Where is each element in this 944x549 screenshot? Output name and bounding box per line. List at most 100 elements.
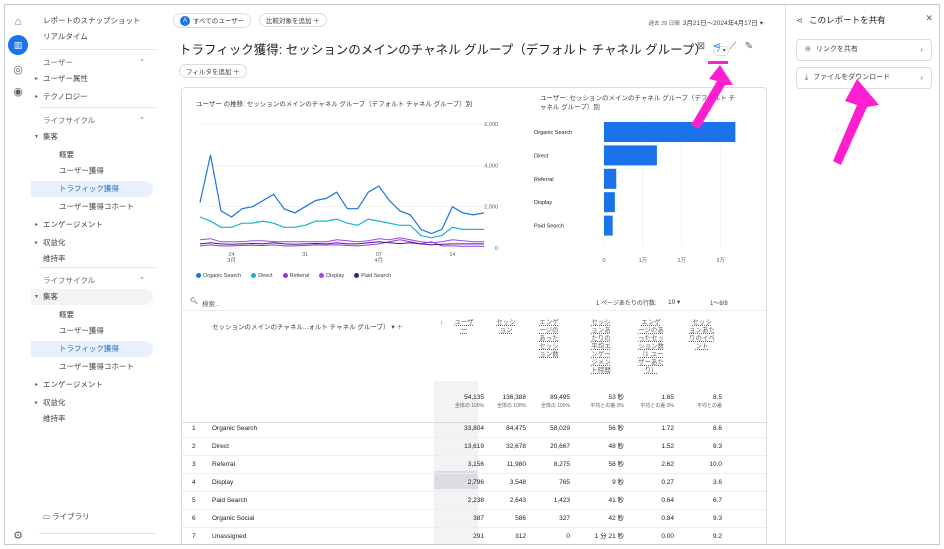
legend-item[interactable]: Paid Search: [354, 273, 396, 279]
column-header[interactable]: セッシ ョン: [486, 319, 526, 335]
reports-icon[interactable]: ▥: [8, 35, 28, 55]
annotation-arrow-share: [691, 65, 733, 129]
column-header[interactable]: エンゲ ージの あった セッシ ョン数: [528, 319, 570, 359]
nav-item[interactable]: 概要: [31, 307, 153, 323]
collapse-icon[interactable]: ⌃: [139, 55, 145, 71]
row-number: 1: [192, 425, 196, 432]
caret-right-icon: ▸: [35, 94, 39, 100]
table-row[interactable]: 2 Direct 13,619 32,678 20,667 48 秒 1.52 8.3: [182, 438, 766, 456]
caret-right-icon: ▸: [35, 222, 39, 228]
table-row[interactable]: 3 Referral 3,156 11,980 8,275 58 秒 2.62 10.0: [182, 456, 766, 474]
nav-item-label: 維持率: [43, 414, 66, 423]
rows-per-page-select[interactable]: 10 ▾: [668, 298, 680, 306]
admin-gear-icon[interactable]: ⚙: [11, 529, 25, 543]
nav-item[interactable]: ライフサイクル ⌃: [31, 273, 153, 289]
nav-item[interactable]: ユーザー獲得コホート: [31, 359, 153, 375]
nav-item[interactable]: ▸ エンゲージメント: [31, 377, 153, 393]
all-users-chip[interactable]: A すべてのユーザー: [173, 13, 252, 29]
total-value: 136,388: [502, 394, 527, 401]
column-total: 89,495 全体の 100%: [528, 393, 570, 411]
report-navigation: レポートのスナップショット リアルタイム ユーザー ⌃ ▸ ユーザー属性 ▸ テクノロジー ライ…: [31, 5, 159, 544]
legend-item[interactable]: Referral: [282, 273, 315, 279]
edit-pencil-icon[interactable]: ✎: [741, 41, 757, 52]
nav-item[interactable]: ▸ テクノロジー: [31, 89, 153, 105]
nav-item[interactable]: 概要: [31, 147, 153, 163]
column-total: 54,135 全体の 100%: [444, 393, 484, 411]
caret-right-icon: ▸: [35, 76, 39, 82]
nav-item[interactable]: ユーザー獲得コホート: [31, 199, 153, 215]
y-tick-label: 6,000: [484, 122, 498, 128]
table-row[interactable]: 5 Paid Search 2,238 2,643 1,423 41 秒 0.64 6.7: [182, 492, 766, 510]
table-cell: 3,156: [467, 461, 484, 468]
add-dimension-button[interactable]: ＋: [396, 324, 403, 331]
bar[interactable]: [604, 168, 617, 189]
line-chart-title: ユーザー の推移: セッションのメインのチャネル グループ（デフォルト チャネル…: [196, 101, 473, 108]
add-filter-button[interactable]: フィルタを追加 ＋: [179, 64, 247, 78]
nav-item[interactable]: ライフサイクル ⌃: [31, 113, 153, 129]
column-header-line: ンゲー: [591, 351, 611, 358]
library-item[interactable]: ▭ ライブラリ: [31, 509, 153, 525]
nav-item[interactable]: トラフィック獲得: [31, 181, 153, 197]
nav-item[interactable]: ユーザー獲得: [31, 163, 153, 179]
nav-item[interactable]: ▸ ユーザー属性: [31, 71, 153, 87]
nav-item[interactable]: リアルタイム: [31, 29, 153, 45]
date-range-picker[interactable]: 過去 28 日間 3月21日～2024年4月17日 ▾: [649, 17, 763, 27]
column-header-line: セッシ: [692, 319, 712, 326]
table-row[interactable]: 6 Organic Social 387 586 327 42 秒 0.84 9.3: [182, 510, 766, 528]
sort-desc-icon[interactable]: ↓: [440, 319, 443, 326]
legend-item[interactable]: Direct: [251, 273, 277, 279]
column-header-line: （1 ユー: [638, 351, 664, 358]
nav-item[interactable]: レポートのスナップショット: [31, 13, 153, 29]
explore-icon[interactable]: ◎: [11, 63, 25, 77]
legend-item[interactable]: Display: [319, 273, 349, 279]
column-header-line: あった: [539, 335, 559, 342]
nav-item[interactable]: ユーザー獲得: [31, 323, 153, 339]
table-row[interactable]: 1 Organic Search 33,804 84,475 58,029 56 秒 1.7…: [182, 420, 766, 438]
nav-divider: [39, 267, 155, 268]
share-icon[interactable]: ⋖: [709, 41, 725, 52]
add-comparison-button[interactable]: 比較対象を追加 ＋: [258, 13, 327, 27]
nav-item[interactable]: ▸ エンゲージメント: [31, 217, 153, 233]
nav-item[interactable]: ▾ 集客: [31, 289, 153, 305]
nav-item-label: 概要: [59, 150, 74, 159]
collapse-icon[interactable]: ⌃: [139, 113, 145, 129]
category-label: Display: [534, 200, 552, 206]
table-row[interactable]: 4 Display 2,796 3,548 765 9 秒 0.27 3.6: [182, 474, 766, 492]
table-cell: 1.72: [661, 425, 674, 432]
collapse-icon[interactable]: ⌃: [139, 273, 145, 289]
nav-item[interactable]: ユーザー ⌃: [31, 55, 153, 71]
bar[interactable]: [604, 145, 657, 166]
bar[interactable]: [604, 215, 613, 236]
nav-item[interactable]: 維持率: [31, 251, 153, 267]
share-link-button[interactable]: ⊝ リンクを共有 ›: [796, 39, 932, 61]
home-icon[interactable]: ⌂: [11, 15, 25, 29]
bar[interactable]: [604, 192, 615, 213]
close-icon[interactable]: ✕: [925, 13, 933, 24]
column-header[interactable]: ユーザー: [444, 319, 484, 335]
customize-icon[interactable]: ⊠: [693, 41, 709, 52]
legend-swatch: [196, 273, 201, 279]
nav-item[interactable]: ▾ 集客: [31, 129, 153, 145]
legend-item[interactable]: Organic Search: [196, 273, 246, 279]
nav-item[interactable]: 維持率: [31, 411, 153, 427]
nav-item[interactable]: ▸ 収益化: [31, 395, 153, 411]
line-chart-legend: Organic Search Direct Referral Display Paid …: [196, 273, 401, 279]
column-header[interactable]: エンゲ ージのあ ったセッ ション数 （1 ユー ザーあた り）: [628, 319, 674, 375]
column-header[interactable]: セッシ ョンあた りのイベ ント: [682, 319, 722, 351]
table-row[interactable]: 7 Unassigned 291 312 0 1 分 21 秒 0.00 9.2: [182, 528, 766, 544]
insights-icon[interactable]: ⟋: [725, 41, 741, 52]
nav-item[interactable]: ▸ 収益化: [31, 235, 153, 251]
nav-item-label: エンゲージメント: [43, 220, 103, 229]
advertising-icon[interactable]: ◉: [11, 85, 25, 99]
nav-divider: [39, 107, 155, 108]
row-number: 7: [192, 533, 196, 540]
column-header[interactable]: セッシ ョンあ たりの 平均エ ンゲー ジメン ト時間: [578, 319, 624, 375]
dimension-header[interactable]: セッションのメインのチャネル...ォルト チャネル グループ） ▾ ＋: [212, 321, 403, 331]
column-total: 1.65 平均との差 0%: [628, 393, 674, 411]
nav-item[interactable]: トラフィック獲得: [31, 341, 153, 357]
table-cell: 32,678: [506, 443, 526, 450]
table-cell: 58,029: [550, 425, 570, 432]
nav-item-label: ユーザー獲得コホート: [59, 362, 134, 371]
table-search-input[interactable]: 検索...: [202, 298, 220, 308]
icon-rail: ⌂ ▥ ◎ ◉ ⚙: [5, 5, 31, 544]
